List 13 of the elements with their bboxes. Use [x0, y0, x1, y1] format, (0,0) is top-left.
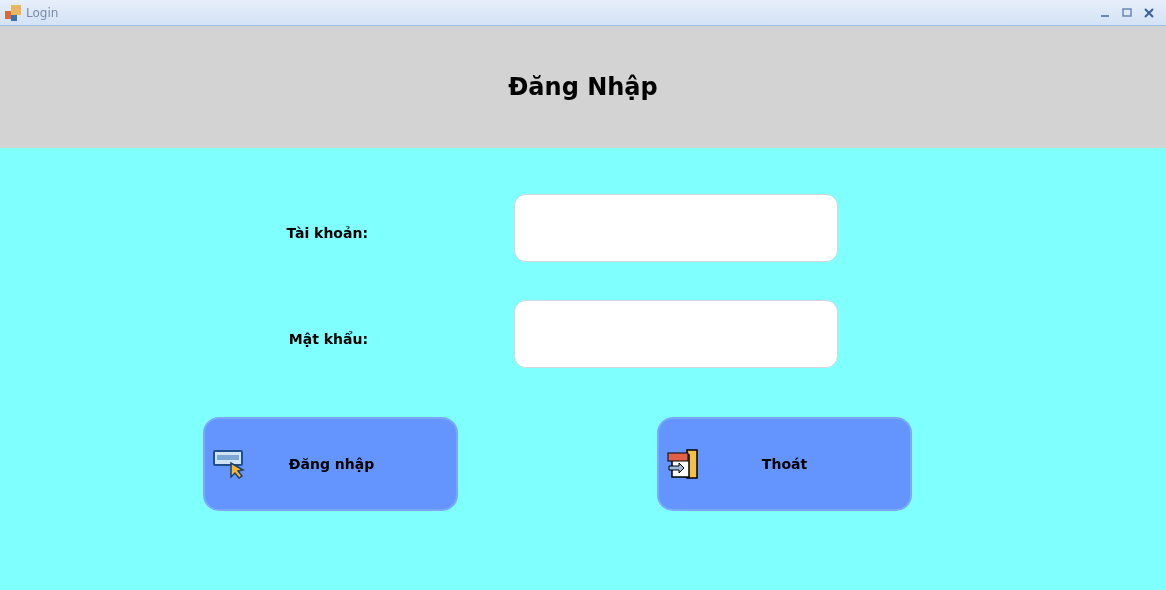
input-field[interactable] — [514, 300, 838, 368]
page-title: Đăng Nhập — [508, 72, 658, 103]
exit-button[interactable]: Thoát — [657, 417, 912, 511]
window-title: Login — [26, 4, 59, 22]
field-label: Tài khoản: — [285, 224, 368, 243]
close-icon[interactable] — [1144, 7, 1154, 18]
maximize-icon[interactable] — [1122, 7, 1132, 18]
exit-door-icon — [667, 449, 699, 479]
sign-in-icon — [213, 449, 247, 479]
input-field[interactable] — [514, 194, 838, 262]
sign-in-button[interactable]: Đăng nhập — [203, 417, 458, 511]
app-icon — [4, 3, 22, 22]
field-label: Mật khẩu: — [287, 330, 368, 349]
